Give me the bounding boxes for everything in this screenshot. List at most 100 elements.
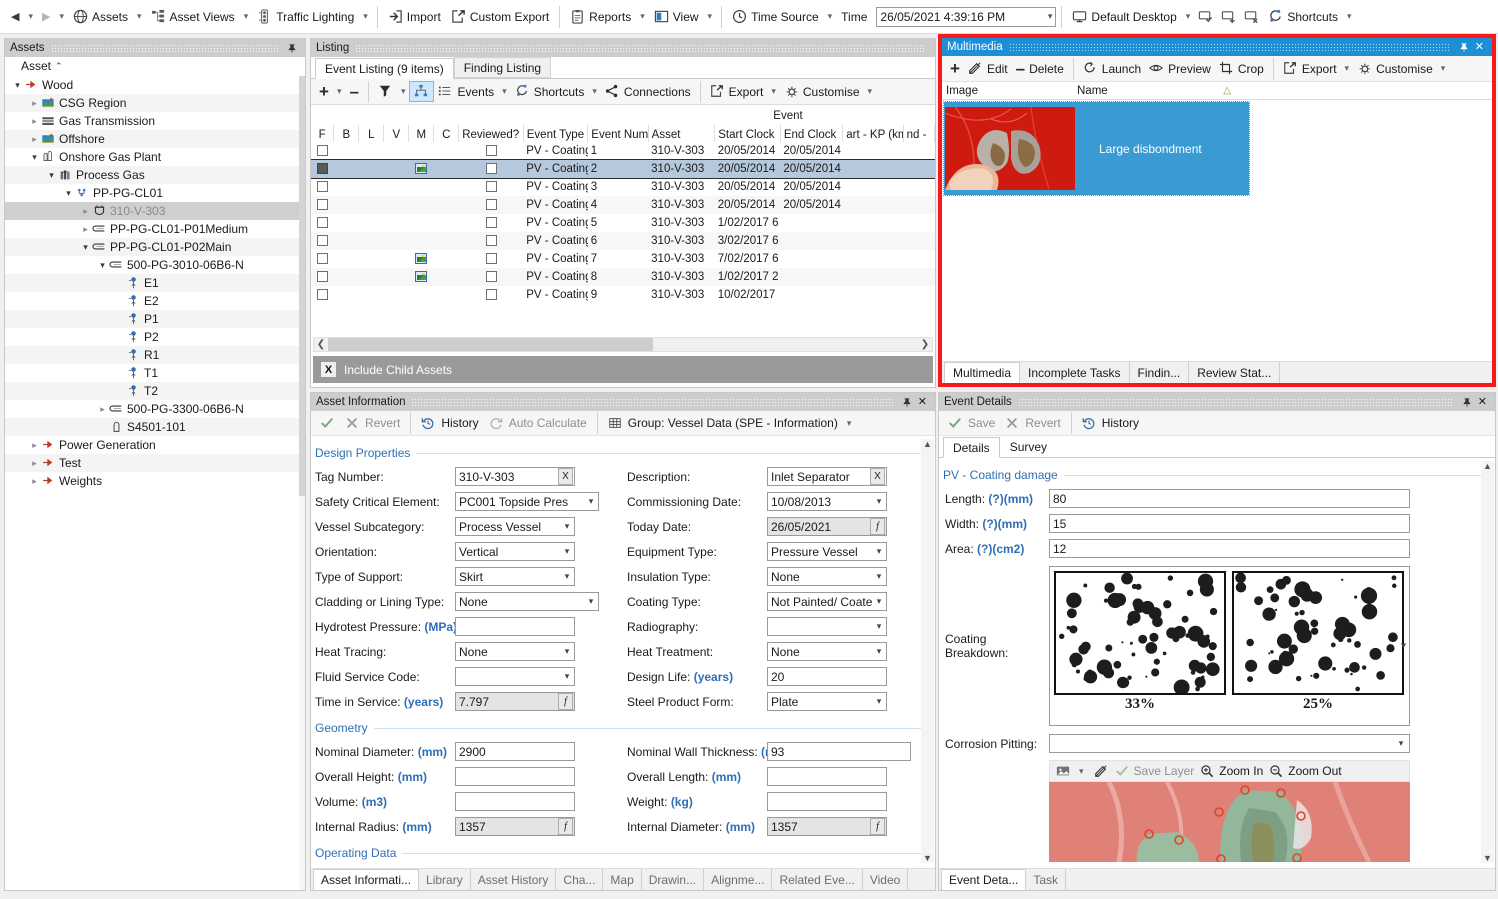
reviewed-checkbox-cell[interactable] [459, 142, 524, 160]
column-header-art-kp-km-[interactable]: art - KP (km) [843, 125, 903, 142]
column-header-nd-[interactable]: nd - [903, 125, 934, 142]
expand-chevron-icon[interactable]: ▸ [28, 98, 41, 109]
flag-checkbox[interactable] [311, 178, 334, 196]
reviewed-checkbox[interactable] [486, 217, 497, 228]
nav-forward-caret-icon[interactable]: ▾ [55, 11, 68, 22]
expand-chevron-icon[interactable]: ▸ [28, 134, 41, 145]
expand-chevron-icon[interactable]: ▸ [28, 458, 41, 469]
chevron-down-icon[interactable]: ▾ [560, 671, 574, 682]
asset-info-group-selector[interactable]: Group: Vessel Data (SPE - Information) [603, 414, 843, 433]
field-input[interactable]: ▾ [767, 617, 887, 636]
expand-chevron-icon[interactable]: ▸ [79, 224, 92, 235]
chevron-down-icon[interactable]: ▾ [560, 521, 574, 532]
ai-tab-asset-history[interactable]: Asset History [471, 869, 557, 890]
shortcuts-caret-icon[interactable]: ▾ [1343, 11, 1356, 22]
table-row[interactable]: PV - Coating8310-V-3031/02/2017 2 [311, 268, 935, 286]
flag-checkbox[interactable] [311, 142, 334, 160]
include-child-assets-checkbox[interactable]: X [321, 362, 336, 377]
image-attachment-icon[interactable] [415, 253, 427, 264]
tree-item-csg-region[interactable]: ▸CSG Region [5, 94, 305, 112]
listing-export-button[interactable]: Export [706, 82, 768, 101]
scroll-up-icon[interactable]: ▲ [923, 439, 932, 449]
reports-caret-icon[interactable]: ▾ [636, 11, 649, 22]
expand-chevron-icon[interactable]: ▸ [28, 476, 41, 487]
formula-button[interactable]: f [870, 518, 885, 535]
asset-information-pin-icon[interactable] [899, 397, 915, 408]
reviewed-checkbox[interactable] [486, 271, 497, 282]
tree-item-e1[interactable]: E1 [5, 274, 305, 292]
toolbar-assets-button[interactable]: Assets [68, 6, 133, 27]
event-details-pin-icon[interactable] [1459, 397, 1475, 408]
listing-customise-caret-icon[interactable]: ▾ [864, 86, 877, 97]
scroll-thumb[interactable] [328, 338, 653, 351]
chevron-down-icon[interactable]: ▾ [560, 546, 574, 557]
tree-item-s4501-101[interactable]: S4501-101 [5, 418, 305, 436]
toolbar-view-button[interactable]: View [649, 6, 704, 27]
multimedia-cell[interactable] [409, 160, 434, 178]
event-details-close-icon[interactable]: ✕ [1475, 397, 1490, 408]
column-header-f[interactable]: F [311, 125, 334, 142]
multimedia-customise-button[interactable]: Customise [1353, 59, 1437, 78]
reviewed-checkbox[interactable] [486, 163, 497, 174]
field-input[interactable] [455, 792, 575, 811]
table-row[interactable]: PV - Coating4310-V-30320/05/201420/05/20… [311, 196, 935, 214]
field-input[interactable]: 26/05/2021f [767, 517, 887, 536]
multimedia-list-item[interactable]: Large disbondment [944, 102, 1249, 195]
asset-information-form[interactable]: Design PropertiesTag Number:310-V-303XDe… [311, 439, 935, 863]
listing-events-button[interactable]: Events [434, 82, 498, 101]
scroll-down-icon[interactable]: ▼ [923, 853, 932, 863]
assets-caret-icon[interactable]: ▾ [133, 11, 146, 22]
reviewed-checkbox[interactable] [486, 253, 497, 264]
tree-item-pp-pg-cl01-p02main[interactable]: ▾PP-PG-CL01-P02Main [5, 238, 305, 256]
flag-checkbox[interactable] [317, 271, 328, 282]
asset-info-group-caret-icon[interactable]: ▾ [843, 418, 856, 429]
listing-add-caret-icon[interactable]: ▾ [333, 86, 346, 97]
asset-information-close-icon[interactable]: ✕ [915, 397, 930, 408]
image-select-caret-icon[interactable]: ▾ [1075, 766, 1088, 777]
chevron-down-icon[interactable]: ▾ [872, 546, 886, 557]
column-header-event-type[interactable]: Event Type [523, 125, 588, 142]
tree-item-r1[interactable]: R1 [5, 346, 305, 364]
listing-events-caret-icon[interactable]: ▾ [498, 86, 511, 97]
field-input[interactable]: 10/08/2013▾ [767, 492, 887, 511]
desktop-add-icon[interactable] [1221, 9, 1236, 24]
chevron-down-icon[interactable]: ▾ [584, 596, 598, 607]
chevron-down-icon[interactable]: ▾ [1393, 738, 1409, 749]
collapse-chevron-icon[interactable]: ▾ [62, 188, 75, 199]
tree-item-500-pg-3300-06b6-n[interactable]: ▸500-PG-3300-06B6-N [5, 400, 305, 418]
ai-tab-alignme-[interactable]: Alignme... [704, 869, 772, 890]
multimedia-column-name[interactable]: Name △ [1077, 85, 1237, 97]
flag-checkbox[interactable] [311, 232, 334, 250]
toolbar-default-desktop-button[interactable]: Default Desktop [1067, 6, 1181, 27]
scroll-track[interactable] [328, 338, 918, 351]
column-header-reviewed-[interactable]: Reviewed? [459, 125, 524, 142]
scroll-down-icon[interactable]: ▼ [1483, 853, 1492, 863]
tree-item-310-v-303[interactable]: ▸310-V-303 [5, 202, 305, 220]
listing-remove-button[interactable]: – [345, 84, 362, 100]
flag-checkbox[interactable] [317, 289, 328, 300]
flag-checkbox[interactable] [317, 163, 328, 174]
clear-button[interactable]: X [870, 468, 885, 485]
tab-survey[interactable]: Survey [1000, 436, 1057, 457]
multimedia-close-icon[interactable]: ✕ [1472, 42, 1487, 53]
table-row[interactable]: PV - Coating1310-V-30320/05/201420/05/20… [311, 142, 935, 160]
flag-checkbox[interactable] [317, 181, 328, 192]
event-field-input[interactable]: 80 [1049, 489, 1410, 508]
field-input[interactable]: 310-V-303X [455, 467, 575, 486]
multimedia-pin-icon[interactable] [1456, 42, 1472, 53]
toolbar-import-button[interactable]: Import [383, 6, 446, 27]
multimedia-add-button[interactable]: + [946, 61, 964, 77]
formula-button[interactable]: f [558, 818, 573, 835]
column-header-m[interactable]: M [409, 125, 434, 142]
table-row[interactable]: PV - Coating7310-V-3037/02/2017 6 [311, 250, 935, 268]
mm-tab-multimedia[interactable]: Multimedia [944, 362, 1020, 383]
chevron-down-icon[interactable]: ▾ [584, 496, 598, 507]
field-input[interactable] [455, 617, 575, 636]
listing-hierarchy-button[interactable] [409, 81, 434, 102]
asset-information-scrollbar[interactable]: ▲ ▼ [921, 439, 934, 863]
field-input[interactable] [767, 767, 887, 786]
table-row[interactable]: PV - Coating9310-V-30310/02/2017 [311, 286, 935, 304]
asset-info-revert-button[interactable]: Revert [340, 414, 405, 433]
expand-chevron-icon[interactable]: ▸ [79, 206, 92, 217]
field-input[interactable]: None▾ [455, 642, 575, 661]
